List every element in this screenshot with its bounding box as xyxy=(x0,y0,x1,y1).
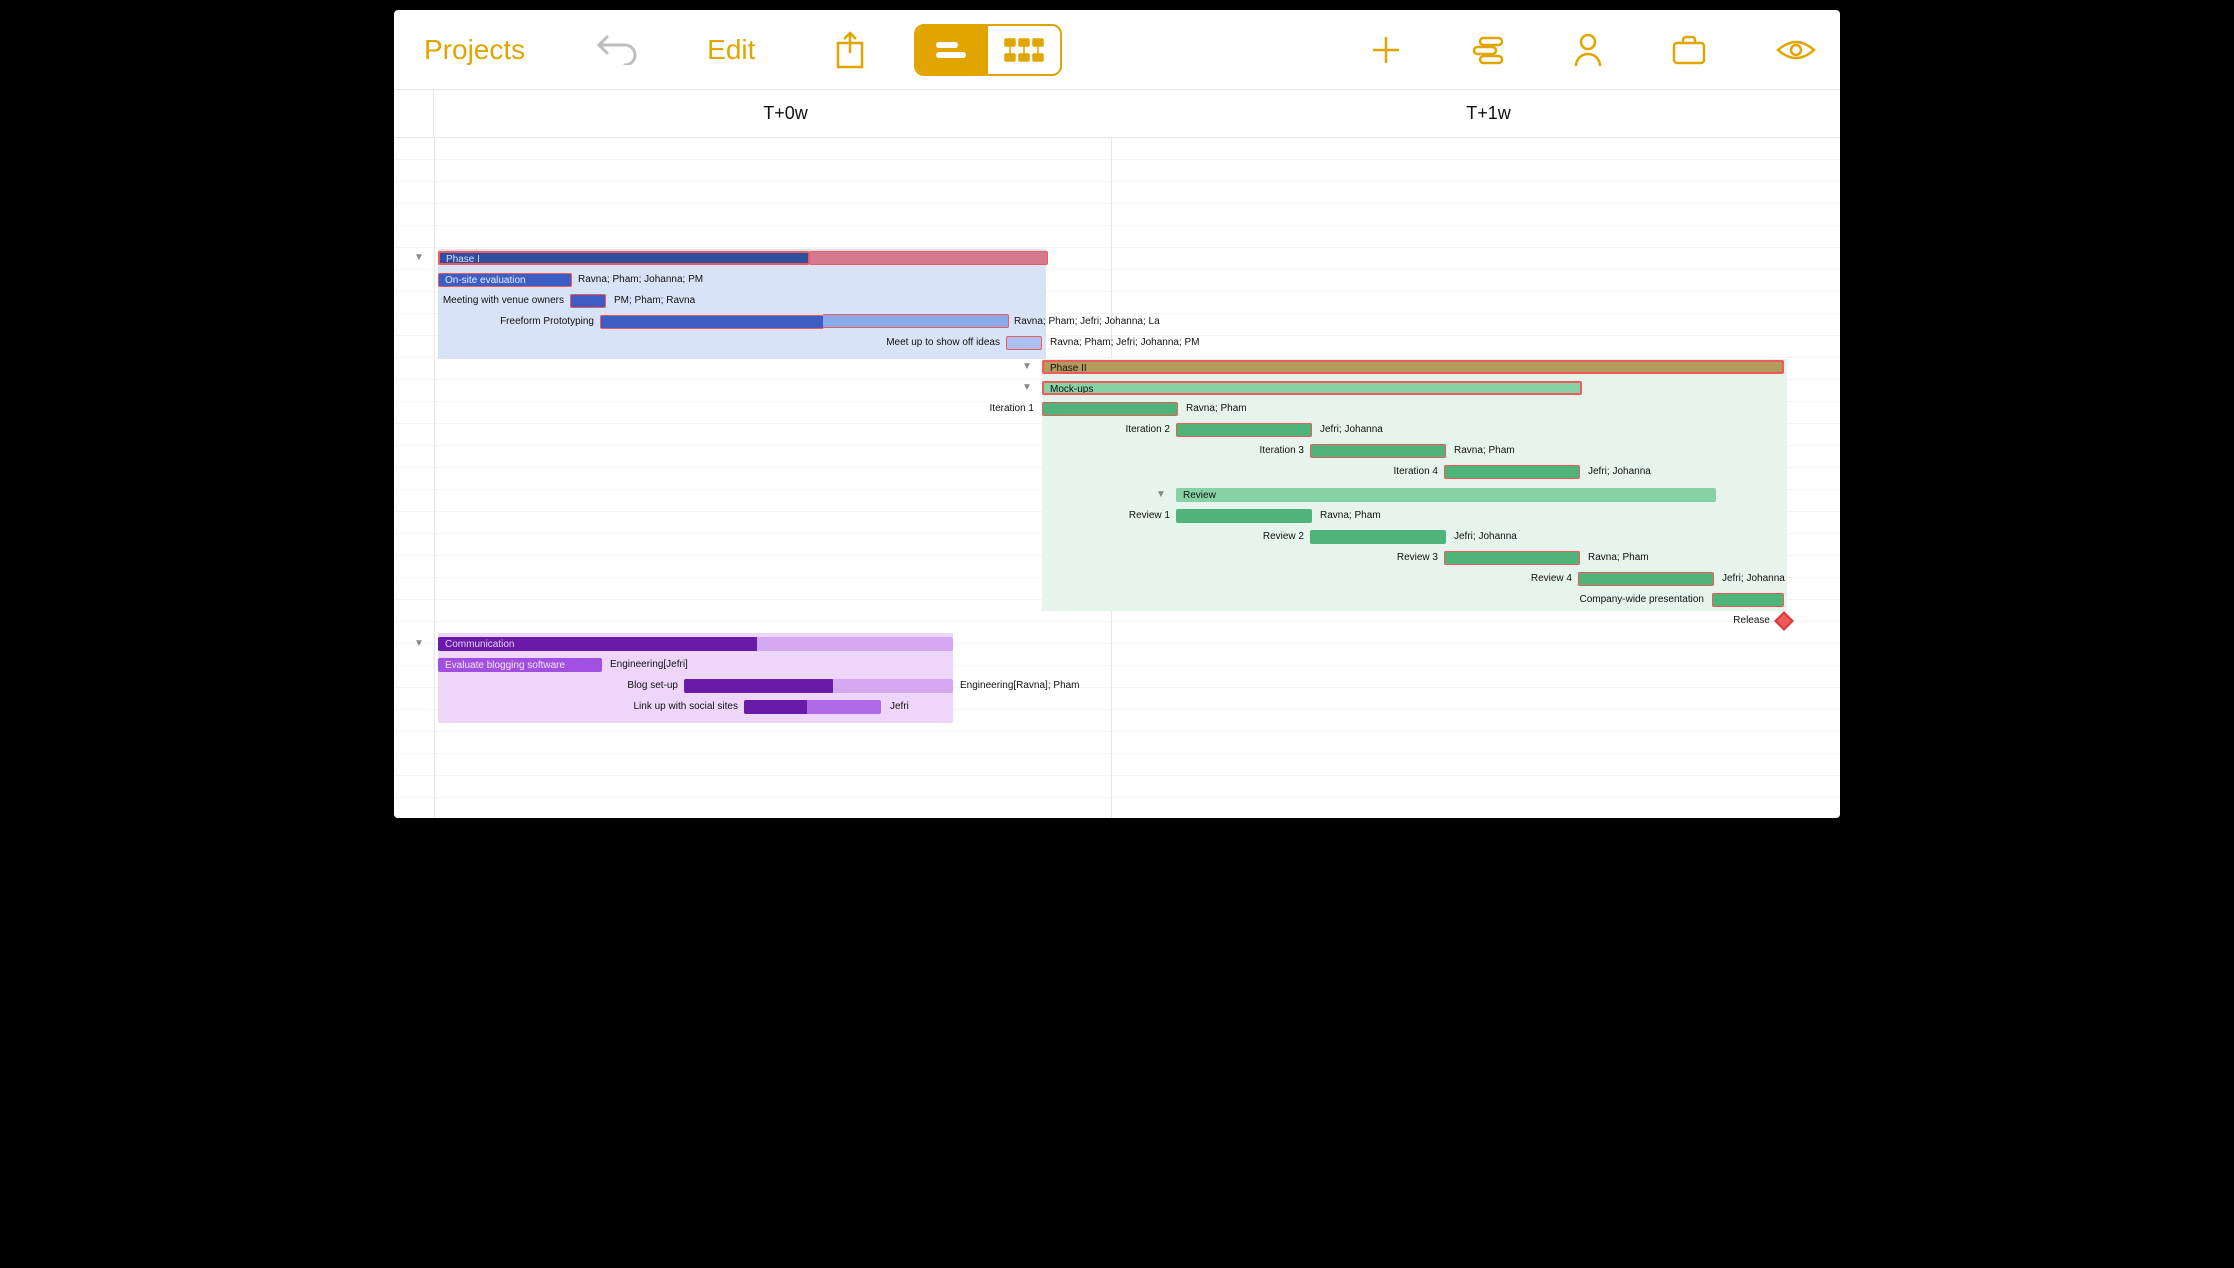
timeline-col-0: T+0w xyxy=(434,90,1137,137)
projects-back-button[interactable]: Projects xyxy=(424,34,525,66)
gantt-view-toggle[interactable] xyxy=(916,26,988,74)
task-resources: Ravna; Pham xyxy=(1186,402,1247,416)
resources-icon[interactable] xyxy=(1472,35,1504,65)
task-label: Meet up to show off ideas xyxy=(874,336,1000,350)
task-label: Review 3 xyxy=(1358,551,1438,565)
task-bar-iteration2[interactable] xyxy=(1176,423,1312,437)
task-label: Blog set-up xyxy=(594,679,678,693)
disclosure-triangle-icon[interactable]: ▼ xyxy=(1156,489,1166,500)
task-resources: Jefri; Johanna xyxy=(1320,423,1383,437)
task-label: Review 1 xyxy=(1090,509,1170,523)
task-bar-phase2[interactable]: Phase II xyxy=(1042,360,1784,374)
task-label: Communication xyxy=(445,639,514,650)
task-label: Release xyxy=(1694,614,1770,628)
task-bar-meetup[interactable] xyxy=(1006,336,1042,350)
task-bar-presentation[interactable] xyxy=(1712,593,1784,607)
disclosure-triangle-icon[interactable]: ▼ xyxy=(1022,361,1032,372)
task-label: Review 4 xyxy=(1492,572,1572,586)
outline-column-handle[interactable] xyxy=(394,90,434,137)
task-label: Meeting with venue owners xyxy=(438,294,564,308)
task-bar-onsite[interactable]: On-site evaluation xyxy=(438,273,572,287)
task-label: Company-wide presentation xyxy=(1564,593,1704,607)
task-bar-mockups[interactable]: Mock-ups xyxy=(1042,381,1582,395)
task-bar-social[interactable] xyxy=(744,700,808,714)
task-label: Iteration 3 xyxy=(1224,444,1304,458)
task-label: Freeform Prototyping xyxy=(484,315,594,329)
task-label: Link up with social sites xyxy=(624,700,738,714)
task-bar-iteration1[interactable] xyxy=(1042,402,1178,416)
milestone-release[interactable] xyxy=(1774,611,1794,631)
task-resources: Ravna; Pham; Jefri; Johanna; PM xyxy=(1050,336,1200,350)
eye-icon[interactable] xyxy=(1776,38,1816,62)
task-label: Review xyxy=(1183,490,1216,501)
person-icon[interactable] xyxy=(1574,33,1602,67)
toolbar: Projects Edit xyxy=(394,10,1840,90)
undo-icon[interactable] xyxy=(595,35,637,65)
task-bar-review2[interactable] xyxy=(1310,530,1446,544)
task-bar-communication[interactable]: Communication xyxy=(438,637,758,651)
share-icon[interactable] xyxy=(835,31,865,69)
timeline-header: T+0w T+1w xyxy=(394,90,1840,138)
edit-button[interactable]: Edit xyxy=(707,34,755,66)
task-resources: Ravna; Pham; Johanna; PM xyxy=(578,273,703,287)
timeline-col-1: T+1w xyxy=(1137,90,1840,137)
task-label: Evaluate blogging software xyxy=(445,660,565,671)
disclosure-triangle-icon[interactable]: ▼ xyxy=(414,252,424,263)
task-resources: Jefri; Johanna xyxy=(1588,465,1651,479)
task-resources: Ravna; Pham xyxy=(1454,444,1515,458)
task-label: On-site evaluation xyxy=(445,275,526,286)
task-resources: Engineering[Jefri] xyxy=(610,658,688,672)
task-bar-phase1[interactable]: Phase I xyxy=(438,251,810,265)
task-bar-review4[interactable] xyxy=(1578,572,1714,586)
task-label: Iteration 2 xyxy=(1090,423,1170,437)
task-bar-review3[interactable] xyxy=(1444,551,1580,565)
task-bar-iteration4[interactable] xyxy=(1444,465,1580,479)
app-window: Projects Edit xyxy=(394,10,1840,818)
network-view-toggle[interactable] xyxy=(988,26,1060,74)
task-resources: Engineering[Ravna]; Pham xyxy=(960,679,1080,693)
task-bar-review[interactable]: Review xyxy=(1176,488,1716,502)
task-resources: PM; Pham; Ravna xyxy=(614,294,695,308)
gantt-chart[interactable]: ▼ Phase I On-site evaluation Ravna; Pham… xyxy=(394,138,1840,818)
task-label: Iteration 1 xyxy=(954,402,1034,416)
task-resources: Ravna; Pham xyxy=(1320,509,1381,523)
task-label: Mock-ups xyxy=(1050,384,1093,395)
task-label: Phase I xyxy=(446,254,480,265)
view-mode-toggle[interactable] xyxy=(914,24,1062,76)
task-label: Phase II xyxy=(1050,363,1087,374)
task-bar-proto[interactable] xyxy=(600,315,824,329)
disclosure-triangle-icon[interactable]: ▼ xyxy=(1022,382,1032,393)
task-resources: Jefri xyxy=(890,700,909,714)
briefcase-icon[interactable] xyxy=(1672,35,1706,65)
task-bar-blog-setup[interactable] xyxy=(684,679,834,693)
task-label: Review 2 xyxy=(1224,530,1304,544)
task-resources: Jefri; Johanna xyxy=(1722,572,1785,586)
disclosure-triangle-icon[interactable]: ▼ xyxy=(414,638,424,649)
task-bar-eval-blogging[interactable]: Evaluate blogging software xyxy=(438,658,602,672)
task-bar-iteration3[interactable] xyxy=(1310,444,1446,458)
task-resources: Ravna; Pham; Jefri; Johanna; La xyxy=(1014,315,1160,329)
task-bar-review1[interactable] xyxy=(1176,509,1312,523)
task-label: Iteration 4 xyxy=(1358,465,1438,479)
add-button[interactable] xyxy=(1370,34,1402,66)
task-resources: Ravna; Pham xyxy=(1588,551,1649,565)
task-resources: Jefri; Johanna xyxy=(1454,530,1517,544)
task-bar-meeting[interactable] xyxy=(570,294,606,308)
